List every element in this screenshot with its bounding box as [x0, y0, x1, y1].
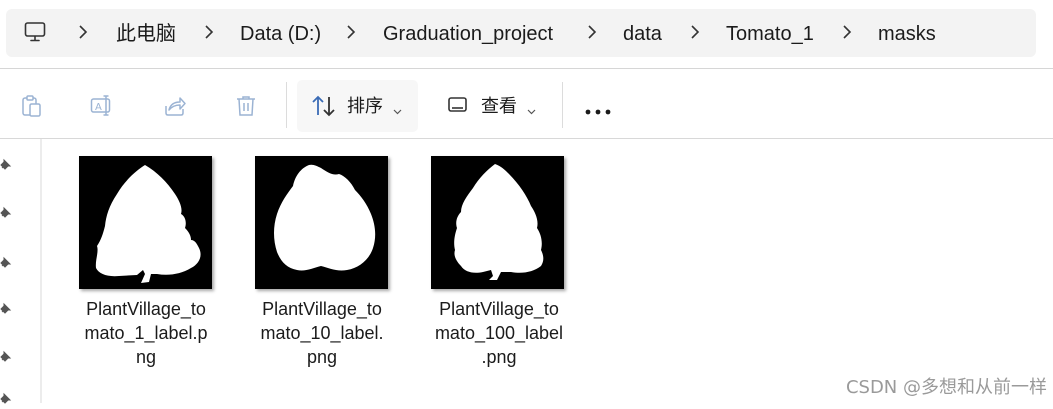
file-name: PlantVillage_to mato_100_label .png: [428, 297, 570, 369]
sort-button[interactable]: 排序: [297, 80, 418, 132]
file-name-line: PlantVillage_to: [439, 299, 559, 319]
file-name-line: png: [306, 347, 338, 367]
view-button[interactable]: 查看: [436, 80, 552, 132]
toolbar-divider: [286, 82, 287, 128]
rename-icon[interactable]: A: [90, 94, 114, 118]
breadcrumb-graduation-project[interactable]: Graduation_project: [383, 22, 553, 46]
chevron-down-icon: [527, 102, 536, 120]
file-thumbnail: [255, 156, 388, 289]
view-icon: [447, 94, 471, 118]
share-icon[interactable]: [163, 94, 187, 118]
more-icon: [585, 102, 613, 120]
pin-icon[interactable]: [0, 349, 12, 362]
sort-label: 排序: [347, 96, 383, 116]
file-name-line: ng: [135, 347, 157, 367]
file-name-line: PlantVillage_to: [86, 299, 206, 319]
file-name-line: PlantVillage_to: [262, 299, 382, 319]
pane-divider[interactable]: [40, 139, 42, 403]
leaf-mask-image: [454, 164, 544, 280]
breadcrumb-this-pc[interactable]: 此电脑: [116, 22, 176, 46]
file-thumbnail: [431, 156, 564, 289]
divider: [0, 68, 1053, 69]
pin-icon[interactable]: [0, 301, 12, 314]
breadcrumb-data-drive[interactable]: Data (D:): [240, 22, 321, 46]
pin-icon[interactable]: [0, 157, 12, 170]
chevron-right-icon[interactable]: [842, 24, 852, 45]
address-bar[interactable]: 此电脑 Data (D:) Graduation_project data To…: [6, 9, 1036, 57]
view-label: 查看: [481, 96, 517, 116]
navigation-pane: [0, 139, 18, 404]
file-name: PlantVillage_to mato_10_label. png: [251, 297, 393, 369]
paste-icon[interactable]: [19, 94, 43, 118]
file-name-line: mato_100_label: [434, 323, 564, 343]
svg-text:A: A: [95, 102, 102, 113]
divider: [0, 138, 1053, 139]
chevron-right-icon[interactable]: [690, 24, 700, 45]
breadcrumb-data[interactable]: data: [623, 22, 662, 46]
pin-icon[interactable]: [0, 255, 12, 268]
chevron-right-icon[interactable]: [587, 24, 597, 45]
pin-icon[interactable]: [0, 205, 12, 218]
leaf-mask-image: [274, 164, 376, 271]
chevron-down-icon: [393, 102, 402, 120]
file-name-line: .png: [481, 347, 517, 367]
address-bar-area: 此电脑 Data (D:) Graduation_project data To…: [0, 0, 1053, 70]
sort-icon: [311, 94, 335, 118]
delete-icon[interactable]: [234, 94, 258, 118]
pin-icon[interactable]: [0, 391, 12, 404]
this-pc-icon[interactable]: [24, 21, 46, 48]
file-name-line: mato_1_label.p: [84, 323, 208, 343]
more-options-button[interactable]: [578, 84, 620, 126]
toolbar-divider: [562, 82, 563, 128]
command-bar: A 排序 查看: [0, 70, 1053, 138]
breadcrumb-tomato-1[interactable]: Tomato_1: [726, 22, 814, 46]
chevron-right-icon[interactable]: [78, 24, 88, 45]
chevron-right-icon[interactable]: [346, 24, 356, 45]
breadcrumb-masks[interactable]: masks: [878, 22, 936, 46]
file-name: PlantVillage_to mato_1_label.p ng: [75, 297, 217, 369]
leaf-mask-image: [95, 165, 201, 283]
file-name-line: mato_10_label.: [260, 323, 384, 343]
watermark-text: CSDN @多想和从前一样: [845, 377, 1047, 398]
file-thumbnail: [79, 156, 212, 289]
chevron-right-icon[interactable]: [204, 24, 214, 45]
